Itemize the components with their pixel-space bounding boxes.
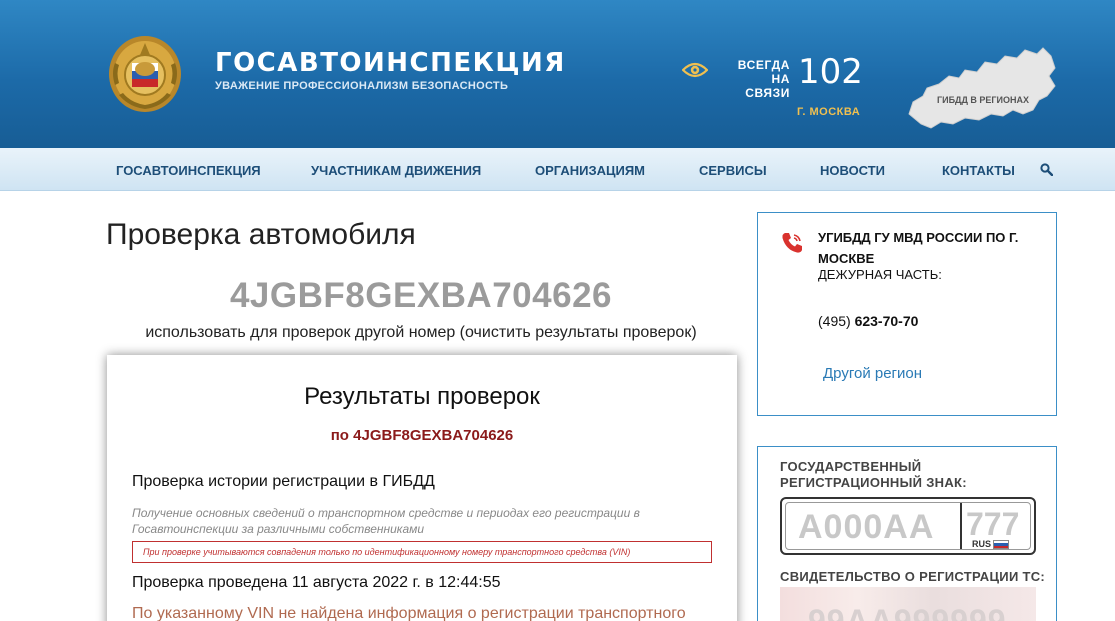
check-date: Проверка проведена 11 августа 2022 г. в … xyxy=(132,574,501,591)
cert-number: 99АА999999 xyxy=(808,603,1007,621)
search-icon[interactable] xyxy=(1040,163,1053,176)
registration-certificate-example[interactable]: 99АА999999 xyxy=(780,587,1036,621)
results-vin: по 4JGBF8GEXBA704626 xyxy=(330,427,514,444)
plate-region: 777 xyxy=(966,506,1020,542)
always-available-text: ВСЕГДА НА СВЯЗИ xyxy=(724,58,790,100)
contact-phone-code: (495) xyxy=(818,313,851,329)
always-line1: ВСЕГДА xyxy=(737,58,790,72)
vin-number: 4JGBF8GEXBA704626 xyxy=(229,276,613,315)
check-warning: При проверке учитываются совпадения толь… xyxy=(132,541,712,563)
results-title: Результаты проверок xyxy=(304,383,540,410)
nav-item-contacts[interactable]: КОНТАКТЫ xyxy=(942,163,1015,178)
always-line2: НА СВЯЗИ xyxy=(745,72,790,100)
eye-icon[interactable] xyxy=(682,61,708,79)
emergency-phone[interactable]: 102 xyxy=(798,52,863,92)
not-found-message: По указанному VIN не найдена информация … xyxy=(132,605,686,621)
plate-caption: ГОСУДАРСТВЕННЫЙ РЕГИСТРАЦИОННЫЙ ЗНАК: xyxy=(780,459,967,490)
nav-item-organizations[interactable]: ОРГАНИЗАЦИЯМ xyxy=(535,163,645,178)
page-title: Проверка автомобиля xyxy=(106,218,416,251)
plate-rus: RUS xyxy=(972,539,992,549)
brand-subtitle: УВАЖЕНИЕ ПРОФЕССИОНАЛИЗМ БЕЗОПАСНОСТЬ xyxy=(215,80,509,92)
russia-map-icon[interactable] xyxy=(905,44,1060,132)
plate-number: А000АА xyxy=(798,508,935,546)
plate-box: ГОСУДАРСТВЕННЫЙ РЕГИСТРАЦИОННЫЙ ЗНАК: А0… xyxy=(757,446,1057,621)
use-other-number-link[interactable]: использовать для проверок другой номер (… xyxy=(106,324,736,342)
gibdd-emblem-logo[interactable] xyxy=(105,33,185,115)
contact-duty-label: ДЕЖУРНАЯ ЧАСТЬ: xyxy=(818,267,942,282)
plate-inner: А000АА 777 RUS xyxy=(785,502,1031,550)
license-plate-example[interactable]: А000АА 777 RUS xyxy=(780,497,1036,555)
russia-flag-icon xyxy=(993,540,1009,549)
plate-divider xyxy=(960,503,962,549)
nav-item-road-users[interactable]: УЧАСТНИКАМ ДВИЖЕНИЯ xyxy=(311,163,481,178)
phone-icon xyxy=(782,233,802,253)
city-selector[interactable]: Г. МОСКВА xyxy=(797,106,860,118)
contact-phone-number: 623-70-70 xyxy=(854,313,919,329)
check-description: Получение основных сведений о транспортн… xyxy=(132,506,640,536)
results-card: Результаты проверок по 4JGBF8GEXBA704626… xyxy=(107,355,737,621)
map-label[interactable]: ГИБДД В РЕГИОНАХ xyxy=(937,95,1029,105)
brand-title[interactable]: ГОСАВТОИНСПЕКЦИЯ xyxy=(215,48,566,78)
nav-item-gosavtoinspektsiya[interactable]: ГОСАВТОИНСПЕКЦИЯ xyxy=(116,163,261,178)
contact-phone[interactable]: (495) 623-70-70 xyxy=(818,313,918,329)
check-heading: Проверка истории регистрации в ГИБДД xyxy=(132,473,435,490)
contact-box: УГИБДД ГУ МВД РОССИИ ПО Г. МОСКВЕ ДЕЖУРН… xyxy=(757,212,1057,416)
nav-item-services[interactable]: СЕРВИСЫ xyxy=(699,163,767,178)
nav-item-news[interactable]: НОВОСТИ xyxy=(820,163,885,178)
cert-caption: СВИДЕТЕЛЬСТВО О РЕГИСТРАЦИИ ТС: xyxy=(780,569,1046,584)
main-nav: ГОСАВТОИНСПЕКЦИЯ УЧАСТНИКАМ ДВИЖЕНИЯ ОРГ… xyxy=(0,148,1115,191)
site-header: ГОСАВТОИНСПЕКЦИЯ УВАЖЕНИЕ ПРОФЕССИОНАЛИЗ… xyxy=(0,0,1115,148)
contact-org: УГИБДД ГУ МВД РОССИИ ПО Г. МОСКВЕ xyxy=(818,230,1019,266)
other-region-link[interactable]: Другой регион xyxy=(823,365,922,382)
